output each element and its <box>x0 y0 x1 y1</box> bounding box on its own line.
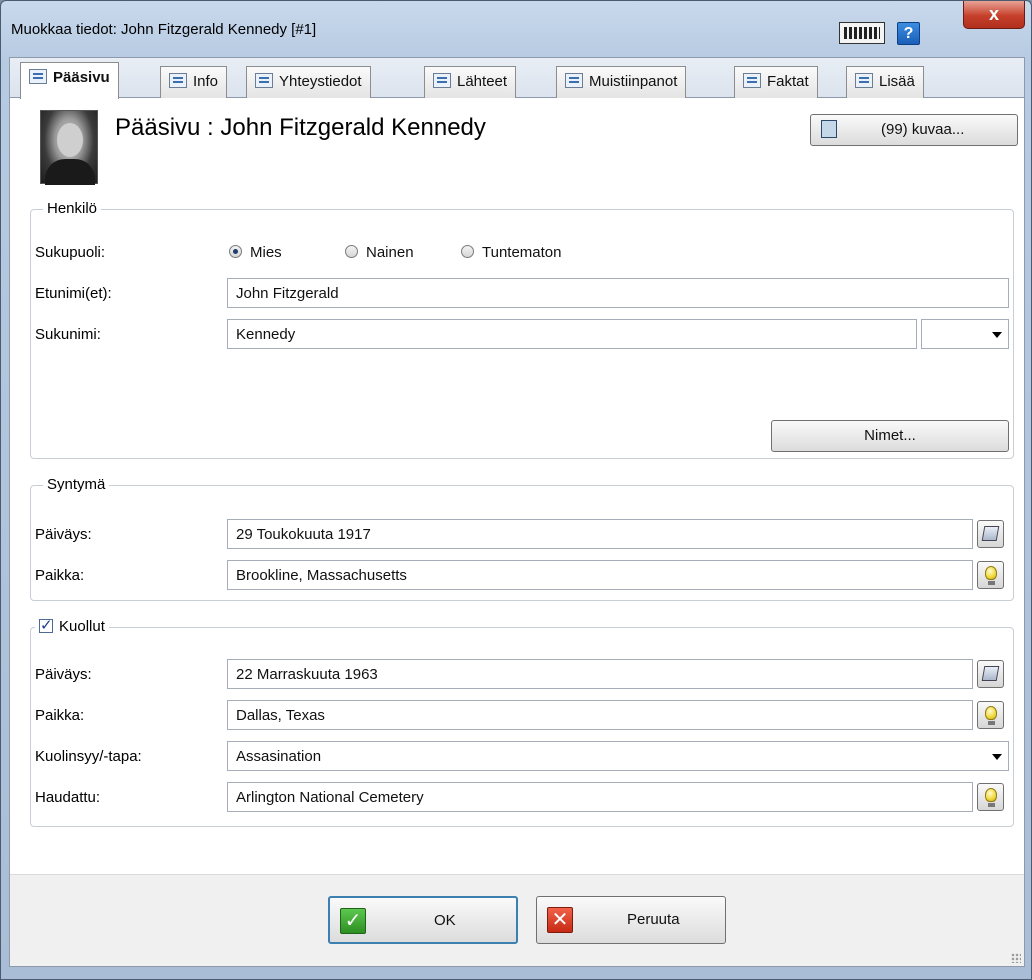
death-group: Kuollut Päiväys: 22 Marraskuuta 1963 Pai… <box>30 616 1014 827</box>
radio-unselected-icon <box>461 245 474 258</box>
death-cause-dropdown[interactable]: Assasination <box>227 741 1009 771</box>
names-button[interactable]: Nimet... <box>771 420 1009 452</box>
chevron-down-icon <box>992 754 1002 760</box>
death-cause-label: Kuolinsyy/-tapa: <box>35 748 142 765</box>
tab-paasivu[interactable]: Pääsivu <box>20 62 119 99</box>
death-place-label: Paikka: <box>35 707 85 724</box>
death-place-input[interactable]: Dallas, Texas <box>227 700 973 730</box>
tab-label: Pääsivu <box>53 69 110 86</box>
tab-label: Muistiinpanot <box>589 73 678 90</box>
firstname-input[interactable]: John Fitzgerald <box>227 278 1009 308</box>
firstname-label: Etunimi(et): <box>35 285 112 302</box>
gender-radio-tuntematon[interactable]: Tuntematon <box>461 244 562 261</box>
radio-selected-icon <box>229 245 242 258</box>
burial-input[interactable]: Arlington National Cemetery <box>227 782 973 812</box>
tab-label: Yhteystiedot <box>279 73 362 90</box>
chevron-down-icon <box>992 332 1002 338</box>
death-cause-value: Assasination <box>236 748 322 765</box>
gender-radio-nainen[interactable]: Nainen <box>345 244 414 261</box>
facts-icon <box>743 73 761 88</box>
burial-label: Haudattu: <box>35 789 101 806</box>
radio-label: Nainen <box>366 244 414 261</box>
tab-faktat[interactable]: Faktat <box>734 66 818 98</box>
sources-icon <box>433 73 451 88</box>
close-button[interactable]: x <box>963 1 1025 29</box>
tab-lahteet[interactable]: Lähteet <box>424 66 517 98</box>
birth-place-suggest-button[interactable] <box>977 561 1004 589</box>
birth-date-label: Päiväys: <box>35 526 92 543</box>
photos-button[interactable]: (99) kuvaa... <box>810 114 1018 146</box>
lightbulb-icon <box>985 706 997 725</box>
photo-icon <box>821 120 837 138</box>
surname-label: Sukunimi: <box>35 326 101 343</box>
burial-suggest-button[interactable] <box>977 783 1004 811</box>
birth-place-label: Paikka: <box>35 567 85 584</box>
death-date-calendar-button[interactable] <box>977 660 1004 688</box>
check-icon: ✓ <box>340 908 366 934</box>
ok-button-label: OK <box>434 912 456 929</box>
death-checkbox-label: Kuollut <box>59 618 105 635</box>
person-card-icon <box>29 69 47 84</box>
cancel-button-label: Peruuta <box>627 911 680 928</box>
birth-group: Syntymä Päiväys: 29 Toukokuuta 1917 Paik… <box>30 476 1014 601</box>
window-title: Muokkaa tiedot: John Fitzgerald Kennedy … <box>11 21 317 38</box>
radio-label: Mies <box>250 244 282 261</box>
death-checkbox[interactable] <box>39 616 53 634</box>
notes-icon <box>565 73 583 88</box>
tab-label: Info <box>193 73 219 90</box>
calendar-icon <box>981 526 1000 541</box>
resize-grip[interactable] <box>1011 953 1021 963</box>
edit-dialog-window: Muokkaa tiedot: John Fitzgerald Kennedy … <box>0 0 1032 980</box>
birth-date-input[interactable]: 29 Toukokuuta 1917 <box>227 519 973 549</box>
radio-unselected-icon <box>345 245 358 258</box>
add-icon <box>855 73 873 88</box>
close-icon: ✕ <box>547 907 573 933</box>
birth-place-input[interactable]: Brookline, Massachusetts <box>227 560 973 590</box>
tab-yhteystiedot[interactable]: Yhteystiedot <box>246 66 371 98</box>
surname-input[interactable]: Kennedy <box>227 319 917 349</box>
tab-label: Faktat <box>767 73 809 90</box>
radio-label: Tuntematon <box>482 244 562 261</box>
info-icon <box>169 73 187 88</box>
calendar-icon <box>981 666 1000 681</box>
help-icon[interactable]: ? <box>897 22 920 45</box>
photos-button-label: (99) kuvaa... <box>881 121 965 138</box>
keyboard-icon[interactable] <box>839 22 885 44</box>
home-icon <box>255 73 273 88</box>
birth-group-legend: Syntymä <box>43 476 110 493</box>
person-photo[interactable] <box>40 110 98 185</box>
tab-lisaa[interactable]: Lisää <box>846 66 924 98</box>
ok-button[interactable]: ✓ OK <box>328 896 518 944</box>
death-date-label: Päiväys: <box>35 666 92 683</box>
birth-date-calendar-button[interactable] <box>977 520 1004 548</box>
tab-label: Lisää <box>879 73 915 90</box>
death-place-suggest-button[interactable] <box>977 701 1004 729</box>
lightbulb-icon <box>985 566 997 585</box>
dialog-client-area: Pääsivu Info Yhteystiedot Lähteet Muisti… <box>9 57 1025 967</box>
tab-info[interactable]: Info <box>160 66 228 98</box>
tab-muistiinpanot[interactable]: Muistiinpanot <box>556 66 687 98</box>
surname-suffix-dropdown[interactable] <box>921 319 1009 349</box>
lightbulb-icon <box>985 788 997 807</box>
dialog-footer: ✓ OK ✕ Peruuta <box>10 874 1024 966</box>
gender-label: Sukupuoli: <box>35 244 106 261</box>
death-group-legend[interactable]: Kuollut <box>35 616 109 635</box>
person-group-legend: Henkilö <box>43 200 102 217</box>
gender-radio-mies[interactable]: Mies <box>229 244 282 261</box>
tab-strip: Pääsivu Info Yhteystiedot Lähteet Muisti… <box>10 58 1024 99</box>
cancel-button[interactable]: ✕ Peruuta <box>536 896 726 944</box>
tab-label: Lähteet <box>457 73 508 90</box>
page-title: Pääsivu : John Fitzgerald Kennedy <box>115 114 486 141</box>
person-group: Henkilö Sukupuoli: Mies Nainen Tuntemato… <box>30 200 1014 459</box>
death-date-input[interactable]: 22 Marraskuuta 1963 <box>227 659 973 689</box>
title-bar: Muokkaa tiedot: John Fitzgerald Kennedy … <box>1 1 1031 57</box>
